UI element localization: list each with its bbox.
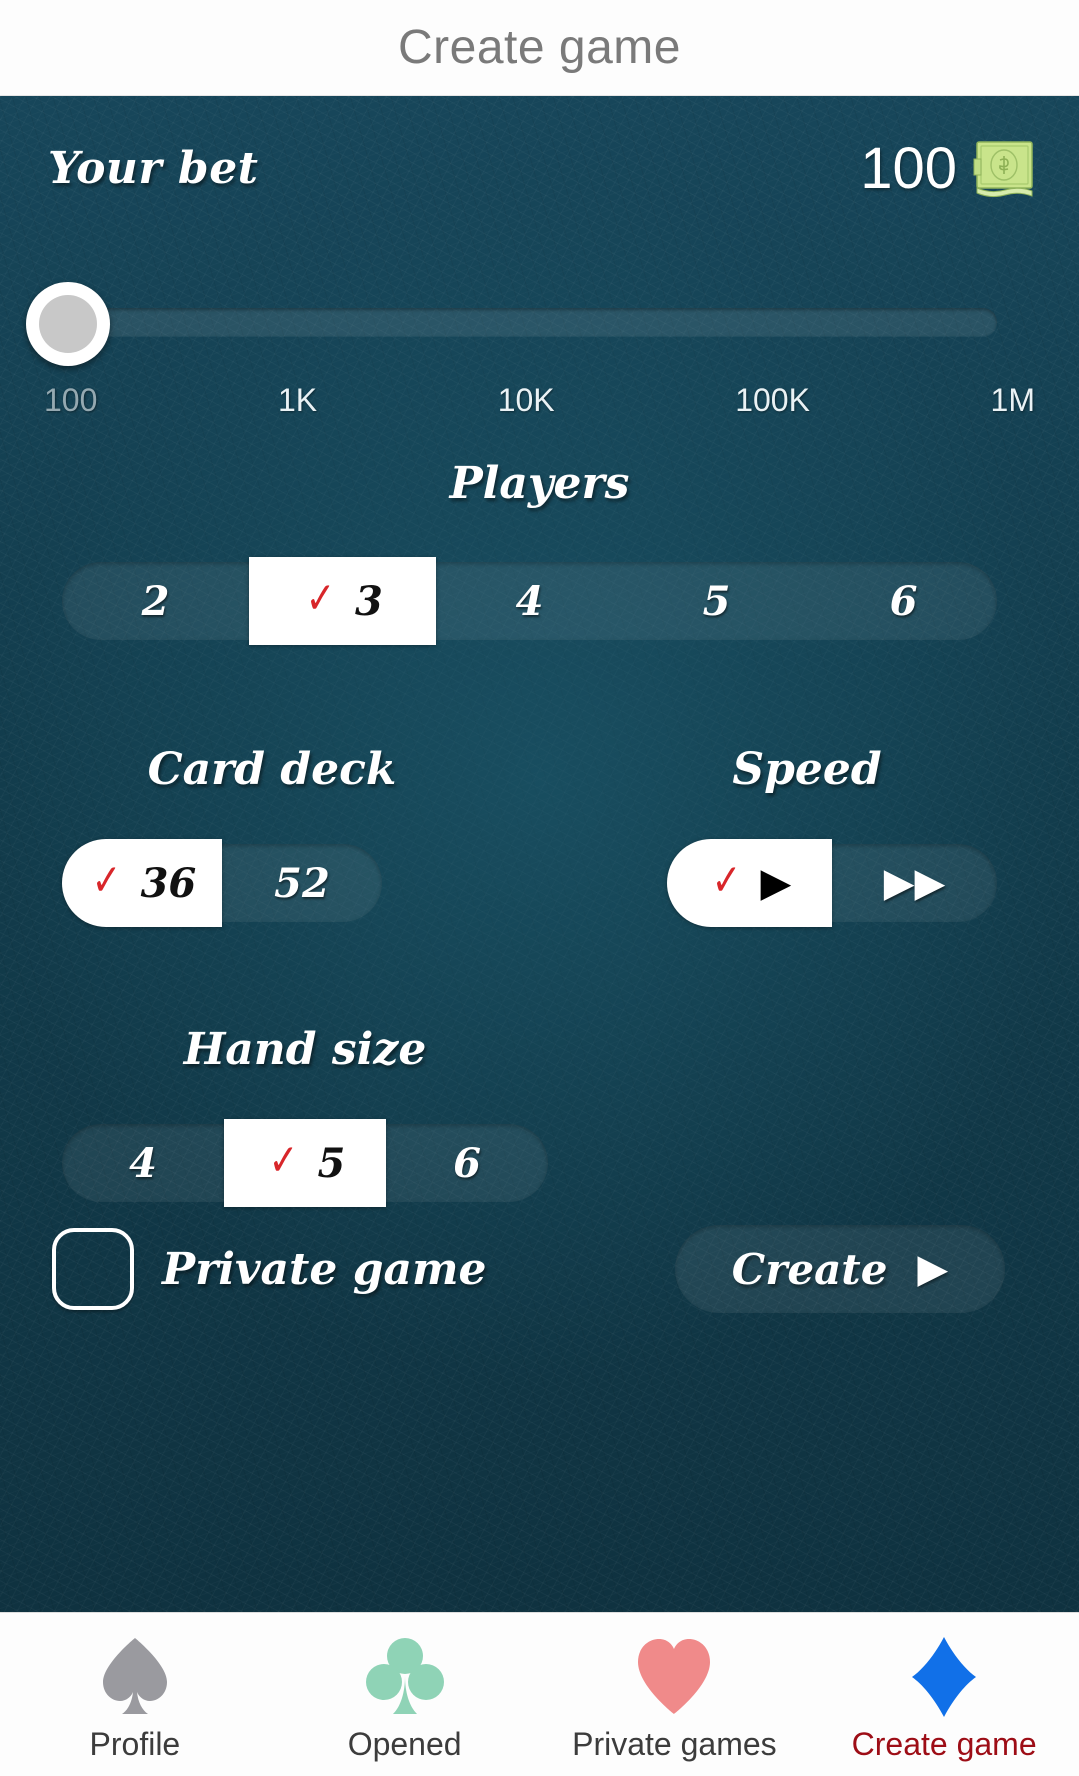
bottom-navbar: Profile Opened Private games Create game: [0, 1612, 1079, 1776]
card-deck-title: Card deck: [147, 744, 397, 795]
speed-option-fast[interactable]: ▶▶: [832, 844, 997, 922]
check-icon: ✓: [305, 573, 336, 624]
nav-item-private-games[interactable]: Private games: [540, 1613, 810, 1776]
card-deck-option-label: 36: [140, 859, 197, 907]
diamond-icon: [912, 1637, 977, 1717]
players-option-5[interactable]: 5: [623, 562, 810, 640]
hand-size-option-5[interactable]: ✓ 5: [224, 1119, 386, 1207]
card-deck-option-36[interactable]: ✓ 36: [62, 839, 222, 927]
speed-option-normal[interactable]: ✓ ▶: [667, 839, 832, 927]
banknote-icon: [973, 141, 1033, 197]
play-icon: ▶: [760, 860, 792, 906]
players-option-label: 4: [515, 577, 544, 625]
slider-tick-4: 1M: [990, 382, 1035, 418]
bet-label: Your bet: [48, 142, 259, 194]
private-game-toggle[interactable]: Private game: [52, 1228, 487, 1310]
players-option-label: 6: [889, 577, 918, 625]
screen-header: Create game: [0, 0, 1079, 96]
create-game-screen: Create game Your bet 100 100 1K 10K 100K…: [0, 0, 1079, 1776]
create-button[interactable]: Create ▶: [675, 1225, 1005, 1313]
slider-tick-1: 1K: [277, 382, 318, 418]
create-button-label: Create: [731, 1244, 888, 1294]
hand-size-selector[interactable]: 4 ✓ 5 6: [62, 1119, 548, 1207]
players-option-2[interactable]: 2: [62, 562, 249, 640]
speed-title: Speed: [732, 744, 882, 795]
players-option-3[interactable]: ✓ 3: [249, 557, 436, 645]
hand-size-option-4[interactable]: 4: [62, 1124, 224, 1202]
club-icon: [365, 1638, 444, 1714]
nav-label-opened: Opened: [347, 1726, 462, 1762]
hand-size-option-label: 6: [453, 1139, 481, 1187]
play-arrow-icon: ▶: [917, 1246, 949, 1292]
hand-size-option-label: 4: [129, 1139, 157, 1187]
players-option-4[interactable]: 4: [436, 562, 623, 640]
private-game-checkbox[interactable]: [52, 1228, 134, 1310]
game-settings-panel: Your bet 100 100 1K 10K 100K 1M Players …: [0, 96, 1079, 1612]
bet-value-group: 100: [860, 135, 1035, 202]
heart-icon: [638, 1639, 711, 1714]
bet-slider[interactable]: 100 1K 10K 100K 1M: [0, 282, 1079, 422]
players-option-label: 2: [141, 577, 170, 625]
players-selector[interactable]: 2 ✓ 3 4 5 6: [62, 557, 997, 645]
players-option-label: 3: [355, 577, 383, 625]
card-deck-option-label: 52: [274, 859, 330, 907]
nav-label-create-game: Create game: [851, 1726, 1037, 1762]
hand-size-option-label: 5: [317, 1139, 346, 1187]
nav-label-profile: Profile: [89, 1726, 181, 1762]
nav-item-create-game[interactable]: Create game: [809, 1613, 1079, 1776]
card-deck-option-52[interactable]: 52: [222, 844, 382, 922]
fast-forward-icon: ▶▶: [883, 860, 946, 906]
nav-label-private-games: Private games: [572, 1726, 777, 1762]
bet-slider-thumb[interactable]: [26, 282, 110, 366]
check-icon: ✓: [711, 855, 741, 906]
speed-selector[interactable]: ✓ ▶ ▶▶: [667, 839, 997, 927]
bet-amount: 100: [860, 135, 957, 201]
slider-tick-3: 100K: [735, 382, 810, 418]
bet-row: Your bet 100: [48, 130, 1035, 206]
page-title: Create game: [398, 21, 681, 74]
check-icon: ✓: [268, 1135, 298, 1186]
nav-item-profile[interactable]: Profile: [0, 1613, 270, 1776]
hand-size-option-6[interactable]: 6: [386, 1124, 548, 1202]
check-icon: ✓: [91, 855, 121, 906]
bet-slider-scale: 100 1K 10K 100K 1M: [44, 382, 1035, 419]
bet-slider-track[interactable]: [62, 308, 997, 336]
slider-tick-0: 100: [44, 382, 98, 418]
hand-size-title: Hand size: [183, 1024, 427, 1075]
players-option-6[interactable]: 6: [810, 562, 997, 640]
nav-item-opened[interactable]: Opened: [270, 1613, 540, 1776]
spade-icon: [102, 1638, 167, 1714]
actions-row: Private game Create ▶: [52, 1224, 1005, 1314]
private-game-label: Private game: [162, 1243, 487, 1295]
players-option-label: 5: [702, 577, 731, 625]
card-deck-selector[interactable]: ✓ 36 52: [62, 839, 382, 927]
players-title: Players: [449, 458, 630, 509]
slider-tick-2: 10K: [497, 382, 555, 418]
